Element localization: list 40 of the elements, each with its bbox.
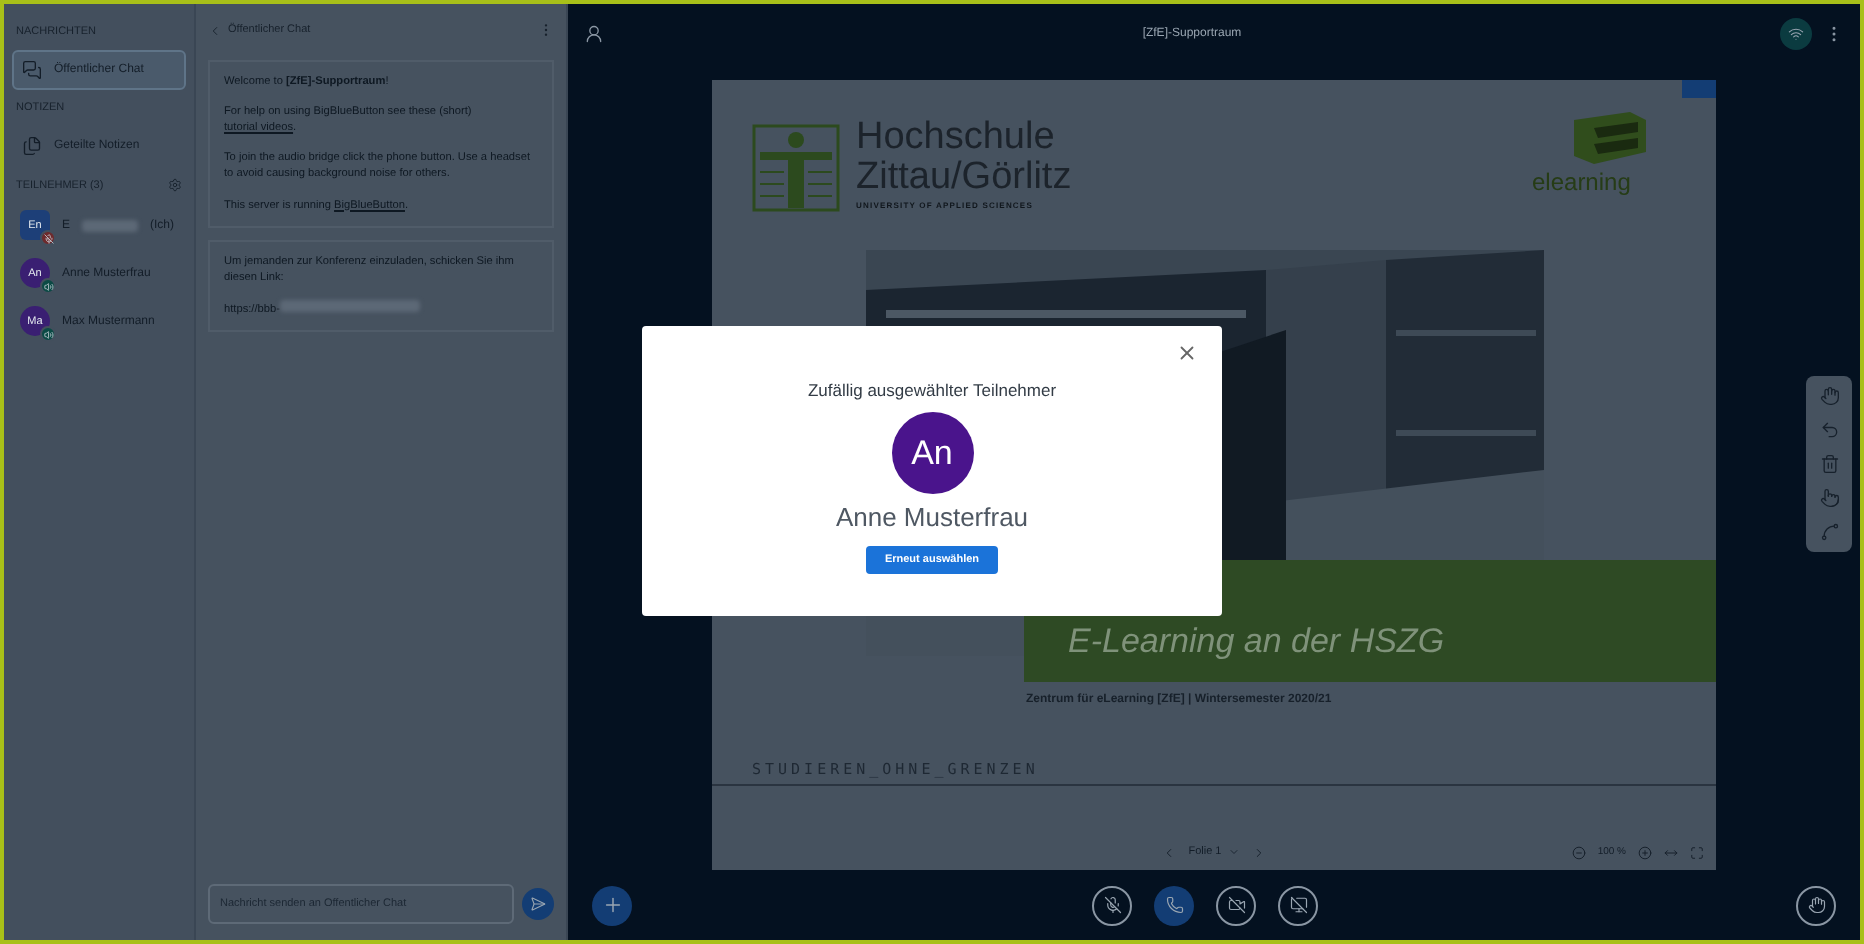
connection-button[interactable] — [1779, 18, 1812, 51]
camera-off-icon — [1227, 896, 1245, 915]
next-slide-icon[interactable] — [1251, 845, 1266, 860]
hand-icon — [1807, 896, 1825, 915]
modal-title: Zufällig ausgewählter Teilnehmer — [807, 380, 1057, 400]
settings-icon[interactable] — [168, 178, 182, 192]
slide-title: E-Learning an der HSZG — [1068, 622, 1445, 663]
undo-icon[interactable] — [1819, 420, 1839, 441]
chat-icon — [22, 60, 42, 80]
hand-icon[interactable] — [1819, 386, 1839, 407]
phone-icon — [1165, 896, 1183, 915]
close-icon[interactable] — [1176, 342, 1198, 364]
pointer-icon[interactable] — [1819, 488, 1839, 509]
participant-avatar: An — [891, 412, 973, 494]
participant-name: Anne Musterfrau — [835, 502, 1029, 532]
user-list-toggle-icon[interactable] — [584, 24, 604, 45]
university-logo-icon — [752, 124, 840, 213]
fit-width-icon[interactable] — [1664, 845, 1678, 860]
zoom-in-icon[interactable] — [1638, 845, 1652, 860]
elearning-logo-text: elearning — [1532, 168, 1631, 197]
back-icon — [208, 23, 222, 37]
trash-icon[interactable] — [1819, 454, 1839, 475]
curve-icon[interactable] — [1819, 522, 1839, 543]
screen-share-button[interactable] — [1278, 885, 1318, 926]
camera-button[interactable] — [1216, 885, 1256, 926]
send-button[interactable] — [522, 888, 554, 920]
phone-button[interactable] — [1154, 885, 1194, 926]
raise-hand-button[interactable] — [1796, 885, 1836, 926]
wifi-icon — [1787, 26, 1804, 43]
previous-slide-icon[interactable] — [1162, 845, 1177, 860]
minimize-button[interactable] — [1682, 80, 1716, 99]
add-button[interactable] — [592, 885, 632, 926]
fullscreen-icon[interactable] — [1690, 845, 1704, 860]
mic-off-icon — [1103, 896, 1121, 915]
send-icon — [530, 896, 546, 912]
monitor-off-icon — [1289, 896, 1307, 915]
plus-icon — [601, 894, 623, 917]
mute-button[interactable] — [1092, 885, 1132, 926]
zoom-out-icon[interactable] — [1571, 845, 1586, 860]
notes-icon — [22, 136, 42, 156]
